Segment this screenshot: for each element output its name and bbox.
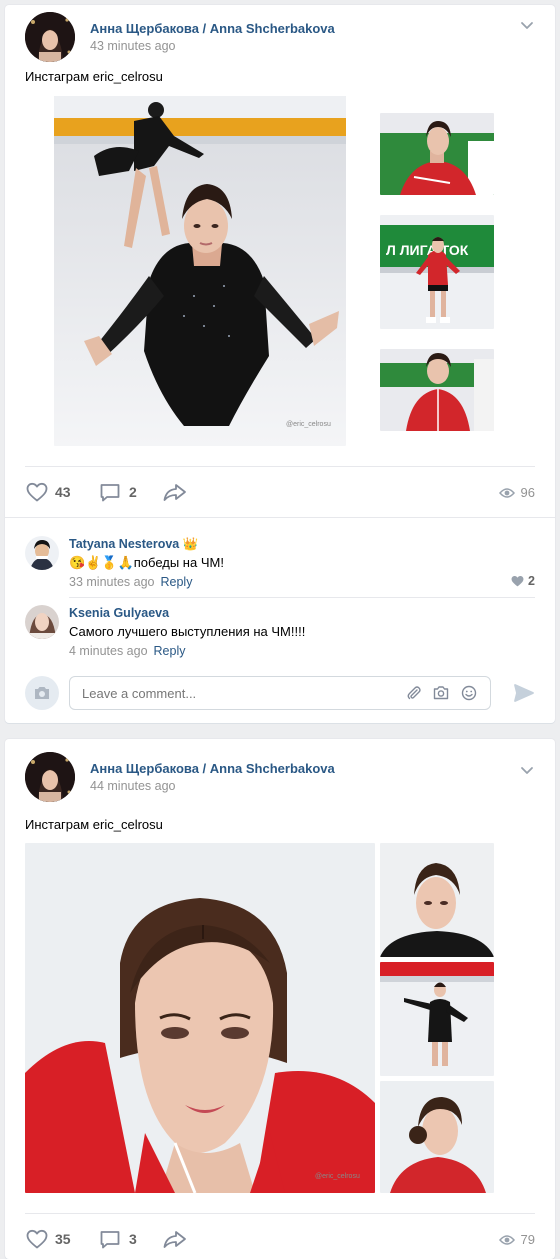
divider bbox=[5, 517, 555, 518]
photo-watermark: @eric_celrosu bbox=[315, 1173, 360, 1180]
comment-input-placeholder: Leave a comment... bbox=[82, 686, 197, 701]
views-count: 96 bbox=[520, 485, 535, 500]
like-button[interactable]: 43 bbox=[25, 480, 71, 504]
views-counter: 96 bbox=[498, 485, 535, 500]
comment-input[interactable]: Leave a comment... bbox=[69, 676, 491, 710]
post-photo-main[interactable]: @eric_celrosu bbox=[54, 96, 346, 446]
share-icon bbox=[163, 1231, 186, 1248]
eye-icon bbox=[498, 1234, 515, 1245]
reply-link[interactable]: Reply bbox=[154, 644, 186, 658]
photo-watermark: @eric_celrosu bbox=[286, 421, 331, 428]
author-avatar[interactable] bbox=[25, 12, 75, 62]
divider bbox=[25, 1213, 535, 1214]
eye-icon bbox=[498, 487, 515, 498]
comment-like-count: 2 bbox=[528, 574, 535, 588]
comment-composer: Leave a comment... bbox=[25, 676, 535, 710]
comment-count: 3 bbox=[129, 1231, 137, 1247]
comment-time[interactable]: 33 minutes ago bbox=[69, 575, 154, 589]
commenter-avatar[interactable] bbox=[25, 536, 59, 570]
post-photo-main[interactable]: @eric_celrosu bbox=[25, 843, 375, 1193]
comment-time[interactable]: 4 minutes ago bbox=[69, 644, 148, 658]
paperclip-icon[interactable] bbox=[406, 685, 422, 701]
heart-icon bbox=[511, 576, 524, 587]
post-text: Инстаграм eric_celrosu bbox=[25, 817, 163, 832]
commenter-name-text: Tatyana Nesterova bbox=[69, 537, 180, 551]
chevron-down-icon[interactable] bbox=[519, 762, 535, 778]
post-photo-thumb[interactable]: Л ЛИГА ТОК bbox=[380, 215, 494, 329]
comment-icon bbox=[100, 1231, 120, 1249]
post-photo-thumb[interactable] bbox=[380, 113, 494, 195]
like-count: 35 bbox=[55, 1231, 71, 1247]
post-photo-thumb[interactable] bbox=[380, 1081, 494, 1193]
post-time[interactable]: 44 minutes ago bbox=[90, 779, 175, 793]
comment-item: Tatyana Nesterova 👑 😘✌️🥇🙏победы на ЧМ! 3… bbox=[25, 536, 535, 596]
post-time[interactable]: 43 minutes ago bbox=[90, 39, 175, 53]
divider bbox=[25, 466, 535, 467]
post-card: Анна Щербакова / Anna Shcherbakova 43 mi… bbox=[5, 5, 555, 723]
photo-rink-text: Л ЛИГА ТОК bbox=[386, 242, 469, 258]
heart-icon bbox=[26, 1229, 48, 1249]
views-counter: 79 bbox=[498, 1232, 535, 1247]
post-text: Инстаграм eric_celrosu bbox=[25, 69, 163, 84]
like-button[interactable]: 35 bbox=[25, 1227, 71, 1251]
divider bbox=[69, 597, 535, 598]
crown-badge: 👑 bbox=[182, 537, 199, 551]
comment-like-button[interactable]: 2 bbox=[511, 574, 535, 588]
commenter-name[interactable]: Tatyana Nesterova 👑 bbox=[69, 537, 198, 552]
camera-icon[interactable] bbox=[433, 685, 449, 701]
comment-meta: 33 minutes ago Reply bbox=[69, 575, 192, 589]
post-card: Анна Щербакова / Anna Shcherbakova 44 mi… bbox=[5, 739, 555, 1259]
share-button[interactable] bbox=[162, 1227, 188, 1251]
post-author[interactable]: Анна Щербакова / Anna Shcherbakova bbox=[90, 761, 335, 776]
smile-icon[interactable] bbox=[461, 685, 477, 701]
share-button[interactable] bbox=[162, 480, 188, 504]
comment-text: Самого лучшего выступления на ЧМ!!!! bbox=[69, 624, 306, 639]
reply-link[interactable]: Reply bbox=[160, 575, 192, 589]
comment-count: 2 bbox=[129, 484, 137, 500]
author-avatar[interactable] bbox=[25, 752, 75, 802]
comment-icon bbox=[100, 484, 120, 502]
chevron-down-icon[interactable] bbox=[519, 17, 535, 33]
camera-icon bbox=[35, 687, 49, 699]
post-photo-thumb[interactable] bbox=[380, 843, 494, 957]
views-count: 79 bbox=[520, 1232, 535, 1247]
post-author[interactable]: Анна Щербакова / Anna Shcherbakova bbox=[90, 21, 335, 36]
comment-button[interactable]: 2 bbox=[98, 480, 137, 504]
comment-text: 😘✌️🥇🙏победы на ЧМ! bbox=[69, 555, 224, 570]
comment-meta: 4 minutes ago Reply bbox=[69, 644, 186, 658]
heart-icon bbox=[26, 482, 48, 502]
commenter-name[interactable]: Ksenia Gulyaeva bbox=[69, 606, 169, 620]
send-icon[interactable] bbox=[513, 682, 535, 704]
commenter-avatar[interactable] bbox=[25, 605, 59, 639]
post-photo-thumb[interactable] bbox=[380, 349, 494, 431]
comment-item: Ksenia Gulyaeva Самого лучшего выступлен… bbox=[25, 605, 535, 665]
comment-button[interactable]: 3 bbox=[98, 1227, 137, 1251]
user-avatar-placeholder[interactable] bbox=[25, 676, 59, 710]
like-count: 43 bbox=[55, 484, 71, 500]
post-photo-thumb[interactable] bbox=[380, 962, 494, 1076]
share-icon bbox=[163, 484, 186, 501]
